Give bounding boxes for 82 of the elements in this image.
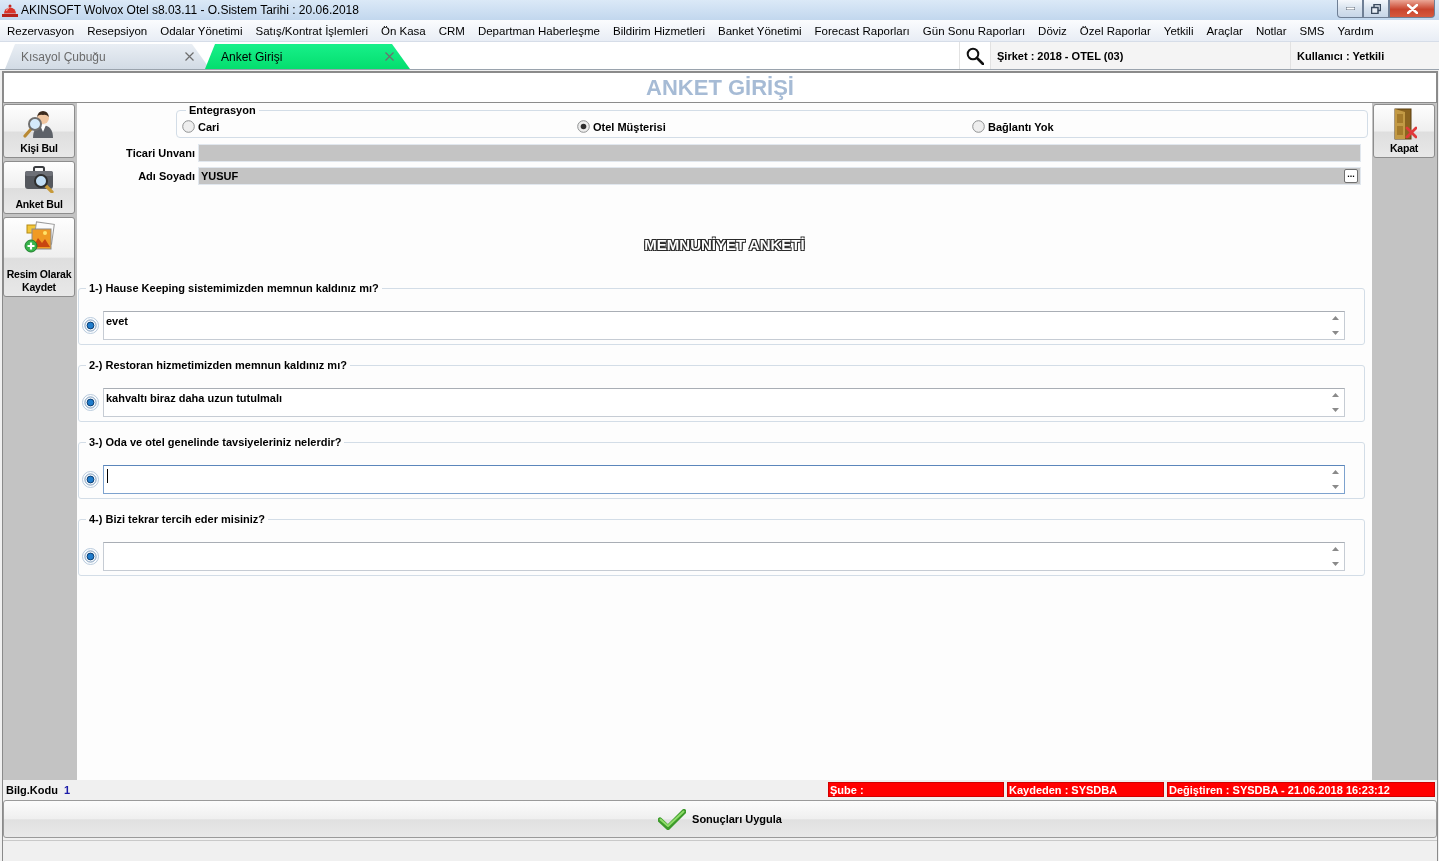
input-field[interactable] — [198, 144, 1361, 162]
menu-item[interactable]: Gün Sonu Raporları — [922, 24, 1026, 37]
close-form-button[interactable]: Kapat — [1373, 104, 1435, 158]
radio-icon[interactable] — [82, 471, 99, 488]
answer-field[interactable] — [103, 542, 1345, 571]
menu-item[interactable]: Odalar Yönetimi — [160, 24, 243, 37]
answer-field[interactable] — [103, 465, 1345, 494]
radio-icon[interactable] — [577, 120, 590, 133]
question-text: 3-) Oda ve otel genelinde tavsiyeleriniz nelerdir? — [88, 436, 343, 448]
find-survey-button[interactable]: Anket Bul — [3, 161, 75, 214]
checkmark-icon — [658, 808, 687, 830]
save-image-button[interactable]: Resim Olarak Kaydet — [3, 217, 75, 297]
find-person-button[interactable]: Kişi Bul — [3, 104, 75, 158]
restore-button[interactable] — [1363, 0, 1389, 18]
briefcase-search-icon — [24, 165, 54, 193]
group-legend: Entegrasyon — [186, 104, 259, 116]
status-cell: Değiştiren : SYSDBA - 21.06.2018 16:23:12 — [1167, 782, 1435, 797]
close-icon[interactable] — [185, 52, 194, 61]
minimize-icon — [1345, 7, 1355, 10]
close-icon[interactable] — [385, 52, 394, 61]
scroll-up-icon[interactable] — [1332, 316, 1339, 320]
apply-button[interactable]: Sonuçları Uygula — [3, 800, 1437, 838]
menu-item[interactable]: Bildirim Hizmetleri — [613, 24, 705, 37]
menu-item[interactable]: Döviz — [1038, 24, 1067, 37]
input-field[interactable]: YUSUF ... — [198, 167, 1361, 185]
scroll-down-icon[interactable] — [1332, 562, 1339, 566]
radio-icon[interactable] — [182, 120, 195, 133]
status-cell: Şube : — [828, 782, 1004, 797]
status-label: Bilg.Kodu — [6, 783, 58, 796]
tab[interactable]: Anket Girişi — [205, 44, 410, 69]
question-text: 4-) Bizi tekrar tercih eder misiniz? — [88, 513, 267, 525]
close-icon — [1406, 3, 1418, 14]
question-text: 1-) Hause Keeping sistemimizden memnun kaldınız mı? — [88, 282, 380, 294]
menu-item[interactable]: Araçlar — [1206, 24, 1243, 37]
radio-icon[interactable] — [82, 394, 99, 411]
menu-item[interactable]: CRM — [438, 24, 465, 37]
menu-item[interactable]: Özel Raporlar — [1079, 24, 1151, 37]
field-label: Adı Soyadı — [137, 170, 195, 182]
scroll-up-icon[interactable] — [1332, 470, 1339, 474]
radio-option[interactable]: Otel Müşterisi — [577, 120, 972, 133]
text-cursor — [107, 469, 108, 483]
status-cell: Kaydeden : SYSDBA — [1007, 782, 1164, 797]
status-value: 1 — [63, 783, 71, 796]
menu-item[interactable]: SMS — [1299, 24, 1325, 37]
window-title: AKINSOFT Wolvox Otel s8.03.11 - O.Sistem Tarihi : 20.06.2018 — [21, 2, 359, 19]
form-title: ANKET GİRİŞİ — [646, 74, 794, 101]
radio-option[interactable]: Cari — [182, 120, 577, 133]
person-search-icon — [23, 108, 55, 138]
answer-field[interactable]: evet — [103, 311, 1345, 340]
radio-icon[interactable] — [972, 120, 985, 133]
menu-item[interactable]: Departman Haberleşme — [477, 24, 600, 37]
door-icon — [1391, 108, 1417, 140]
question-text: 2-) Restoran hizmetimizden memnun kaldınız mı? — [88, 359, 348, 371]
search-icon — [966, 46, 984, 65]
scroll-down-icon[interactable] — [1332, 331, 1339, 335]
survey-title: MEMNUNİYET ANKETİ — [644, 236, 805, 253]
radio-icon[interactable] — [82, 317, 99, 334]
company-info: Şirket : 2018 - OTEL (03) — [990, 42, 1290, 69]
field-label: Ticari Unvanı — [125, 147, 195, 159]
minimize-button[interactable] — [1337, 0, 1363, 18]
bell-icon — [2, 3, 18, 17]
radio-icon[interactable] — [82, 548, 99, 565]
close-button[interactable] — [1389, 0, 1435, 18]
user-info: Kullanıcı : Yetkili — [1290, 42, 1439, 69]
menu-item[interactable]: Satış/Kontrat İşlemleri — [255, 24, 368, 37]
scroll-down-icon[interactable] — [1332, 485, 1339, 489]
restore-icon — [1371, 3, 1381, 14]
menu-item[interactable]: Banket Yönetimi — [718, 24, 802, 37]
menu-item[interactable]: Yardım — [1337, 24, 1374, 37]
scroll-down-icon[interactable] — [1332, 408, 1339, 412]
menu-item[interactable]: Resepsiyon — [87, 24, 148, 37]
menu-item[interactable]: Rezervasyon — [7, 24, 75, 37]
scroll-up-icon[interactable] — [1332, 547, 1339, 551]
scroll-up-icon[interactable] — [1332, 393, 1339, 397]
radio-option[interactable]: Bağlantı Yok — [972, 120, 1367, 133]
menu-item[interactable]: Yetkili — [1163, 24, 1194, 37]
answer-field[interactable]: kahvaltı biraz daha uzun tutulmalı — [103, 388, 1345, 417]
menu-item[interactable]: Ön Kasa — [380, 24, 426, 37]
image-add-icon — [23, 221, 55, 253]
menu-item[interactable]: Notlar — [1255, 24, 1287, 37]
browse-button[interactable]: ... — [1344, 169, 1358, 183]
menu-item[interactable]: Forecast Raporları — [814, 24, 910, 37]
